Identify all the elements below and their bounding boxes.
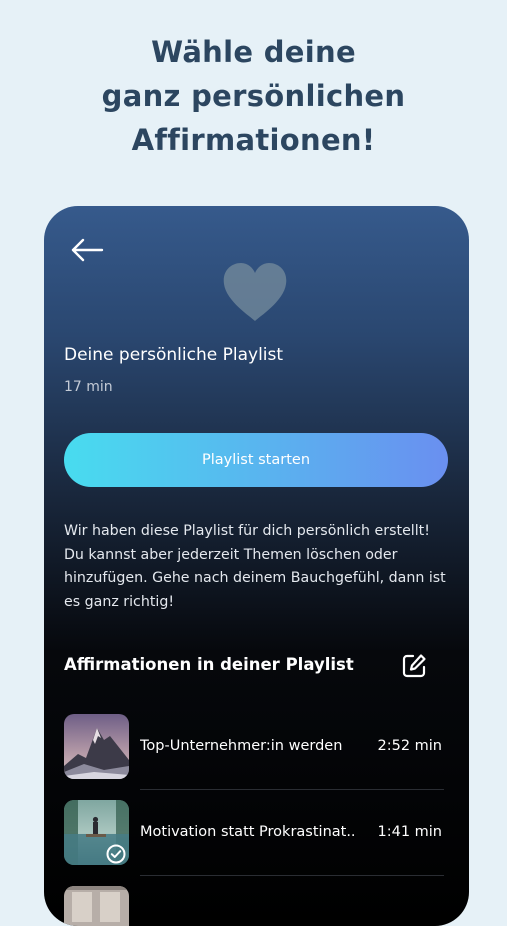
divider (140, 789, 444, 790)
item-duration: 1:41 min (377, 824, 442, 840)
list-item[interactable] (64, 886, 424, 926)
mountain-image (64, 714, 129, 779)
phone-screen: Deine persönliche Playlist 17 min Playli… (44, 206, 469, 926)
item-title: Motivation statt Prokrastinat.. (140, 824, 356, 840)
headline-line-2: ganz persönlichen (101, 79, 406, 113)
headline-line-1: Wähle deine (151, 35, 356, 69)
headline-line-3: Affirmationen! (131, 123, 376, 157)
edit-playlist-button[interactable] (400, 652, 428, 680)
section-title: Affirmationen in deiner Playlist (64, 655, 354, 674)
list-item[interactable]: Motivation statt Prokrastinat.. 1:41 min (64, 800, 442, 866)
item-title: Top-Unternehmer:in werden (140, 738, 343, 754)
playlist-description: Wir haben diese Playlist für dich persön… (64, 523, 446, 610)
playlist-title: Deine persönliche Playlist (64, 345, 284, 365)
edit-icon (402, 654, 426, 678)
promo-headline: Wähle deine ganz persönlichen Affirmatio… (0, 30, 507, 162)
item-duration: 2:52 min (377, 738, 442, 754)
divider (140, 875, 444, 876)
list-item[interactable]: Top-Unternehmer:in werden 2:52 min (64, 714, 442, 780)
check-circle-icon (106, 844, 126, 864)
playlist-duration: 17 min (64, 379, 113, 395)
back-button[interactable] (70, 238, 104, 262)
start-playlist-button[interactable]: Playlist starten (64, 433, 448, 487)
arrow-left-icon (71, 238, 104, 262)
heart-icon (223, 263, 287, 321)
room-image (64, 886, 129, 926)
